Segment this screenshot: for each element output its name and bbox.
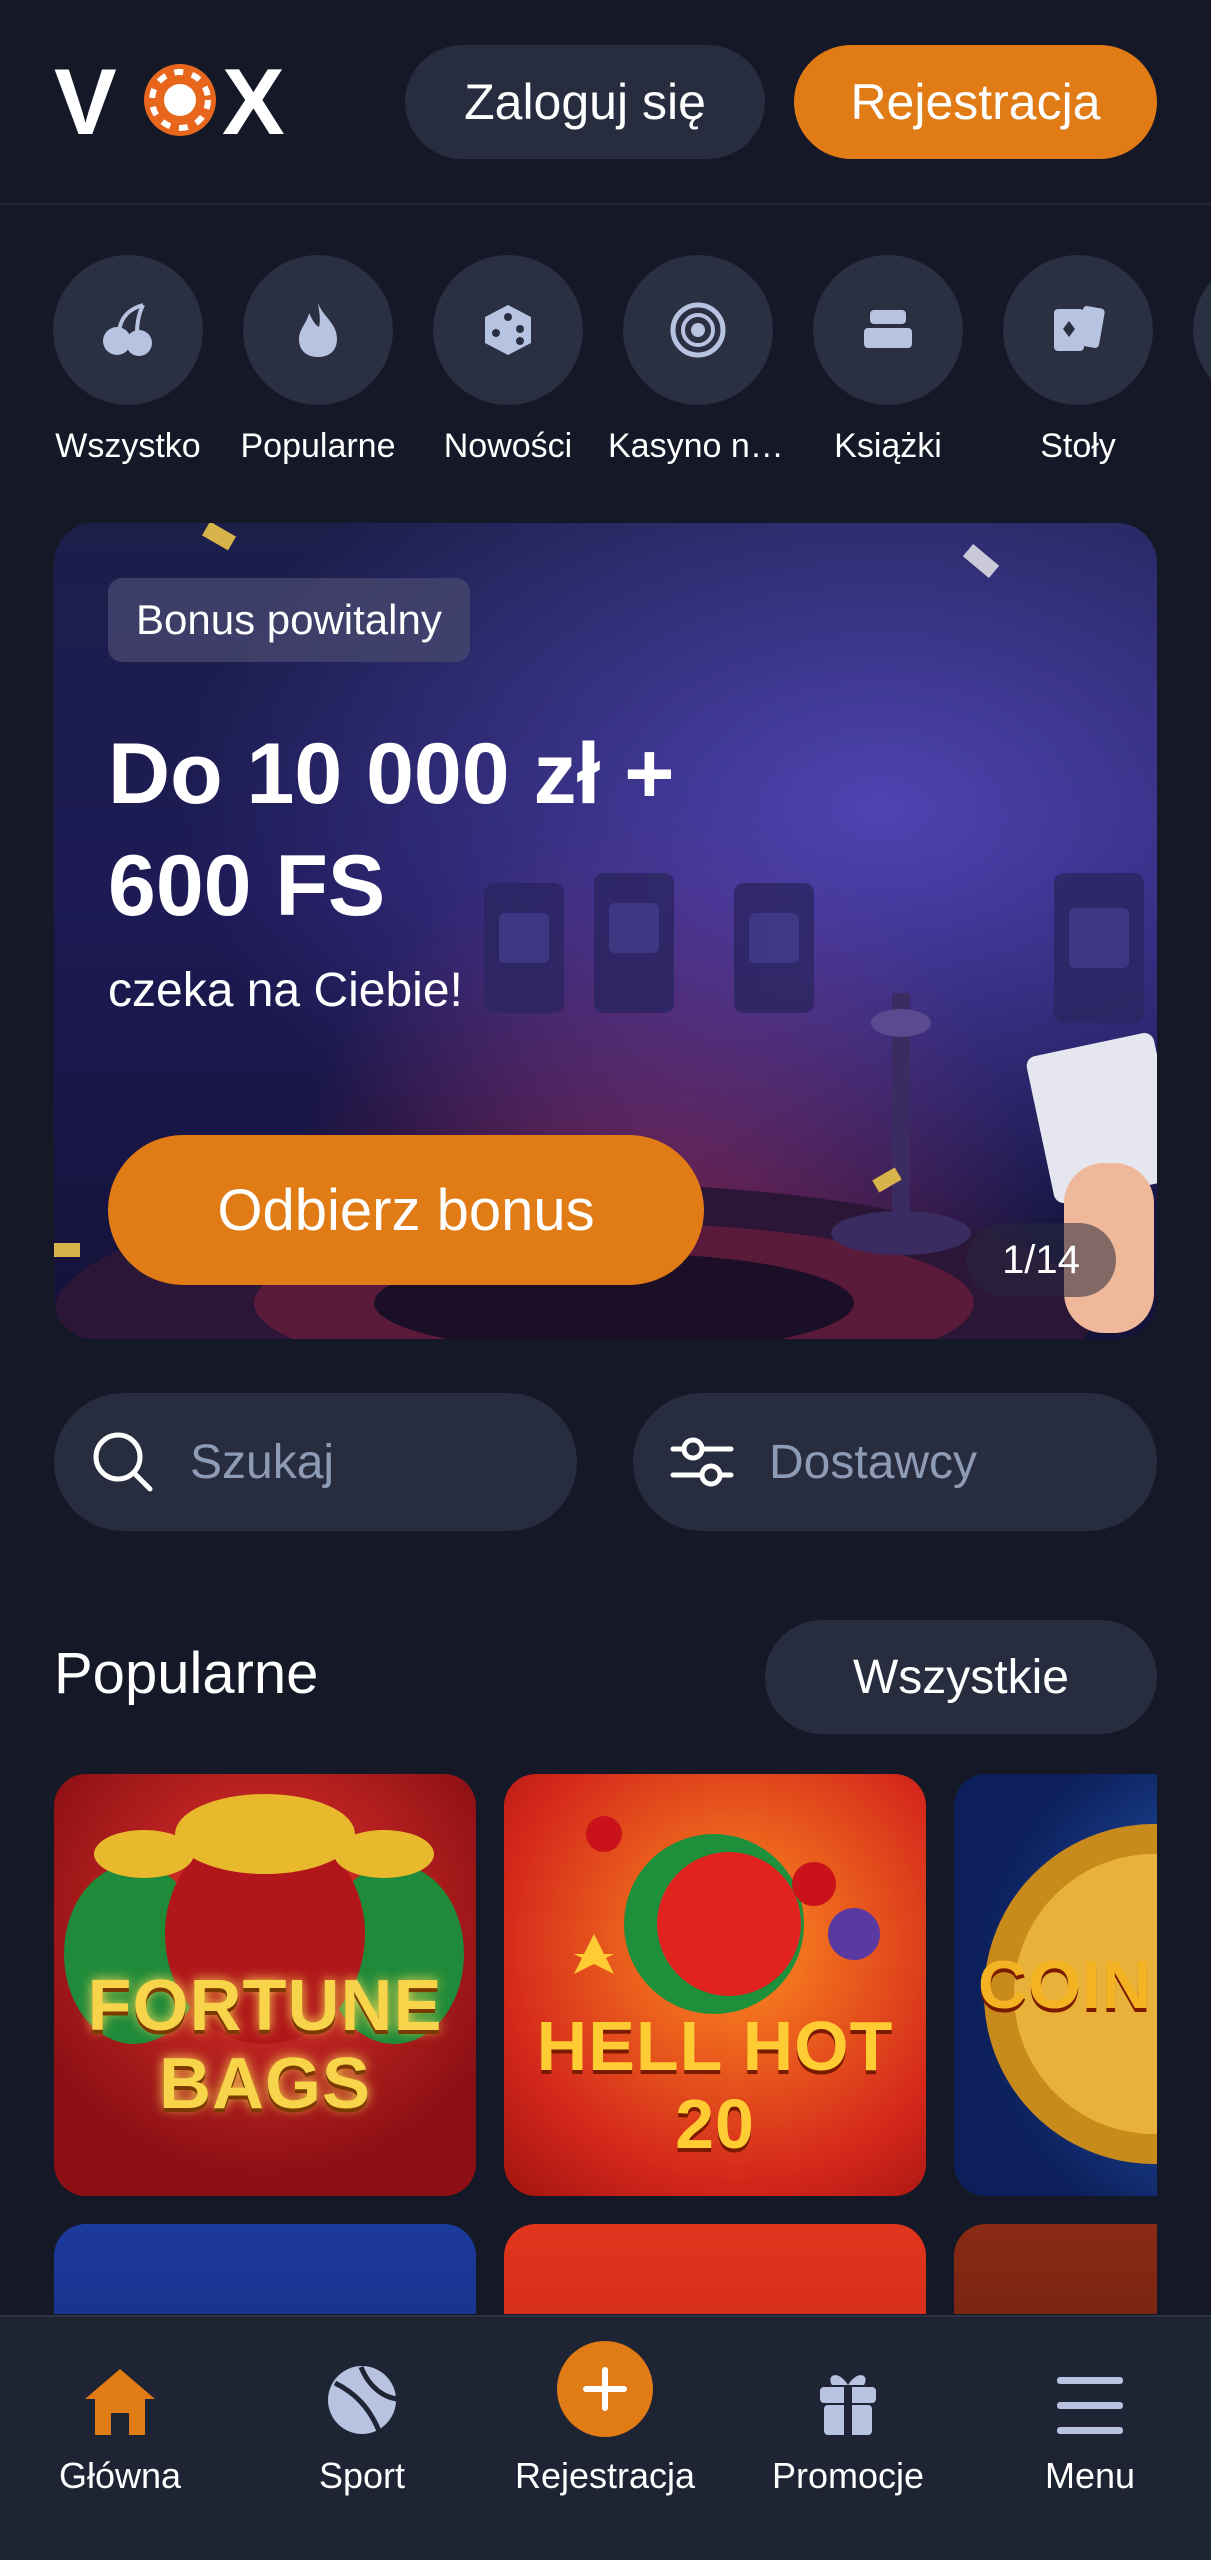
game-tile[interactable] xyxy=(54,2224,476,2314)
register-button[interactable]: Rejestracja xyxy=(794,45,1157,159)
svg-text:X: X xyxy=(222,52,285,148)
promo-badge: Bonus powitalny xyxy=(108,578,470,662)
game-title: COIN WIN xyxy=(978,1947,1157,2023)
game-tile[interactable] xyxy=(954,2224,1157,2314)
filter-sliders-icon xyxy=(670,1437,734,1487)
section-title: Popularne xyxy=(54,1641,319,1706)
promo-banner[interactable]: Bonus powitalny Do 10 000 zł + 600 FS cz… xyxy=(54,523,1157,1339)
bottom-navigation: Główna Sport Rejestracja Promocje Menu xyxy=(0,2315,1211,2560)
nav-sport[interactable]: Sport xyxy=(262,2317,462,2497)
game-title: FORTUNE BAGS xyxy=(87,1966,443,2124)
claim-bonus-button[interactable]: Odbierz bonus xyxy=(108,1135,704,1285)
category-new[interactable]: Nowości xyxy=(418,255,598,466)
roulette-icon xyxy=(670,302,726,358)
category-all[interactable]: Wszystko xyxy=(38,255,218,466)
cherry-icon xyxy=(103,303,152,356)
games-grid: FORTUNE BAGS HELL HOT 20 COIN WIN xyxy=(0,1774,1157,2314)
nav-label: Główna xyxy=(58,2455,182,2496)
game-tile[interactable]: HELL HOT 20 xyxy=(504,1774,926,2196)
cards-icon xyxy=(1054,306,1105,351)
login-button[interactable]: Zaloguj się xyxy=(405,45,765,159)
category-label: Kasyno na... xyxy=(608,427,788,465)
promo-headline: Do 10 000 zł + 600 FS xyxy=(108,726,675,934)
promo-subline: czeka na Ciebie! xyxy=(108,964,463,1017)
category-books[interactable]: Książki xyxy=(798,255,978,466)
game-tile[interactable]: FORTUNE BAGS xyxy=(54,1774,476,2196)
category-live-casino[interactable]: Kasyno na... xyxy=(608,255,788,466)
category-tables[interactable]: Stoły xyxy=(988,255,1168,466)
nav-label: Rejestracja xyxy=(514,2455,696,2496)
search-input[interactable]: Szukaj xyxy=(54,1393,577,1531)
nav-label: Promocje xyxy=(771,2455,925,2496)
gift-icon xyxy=(820,2375,876,2435)
category-label: Książki xyxy=(834,427,942,465)
vox-logo[interactable]: V X xyxy=(54,52,300,148)
game-tile[interactable]: COIN WIN xyxy=(954,1774,1157,2196)
hamburger-icon xyxy=(1057,2377,1123,2434)
plus-icon xyxy=(557,2341,653,2437)
providers-label: Dostawcy xyxy=(769,1435,978,1489)
search-icon xyxy=(93,1432,153,1492)
nav-home[interactable]: Główna xyxy=(20,2317,220,2497)
nav-label: Menu xyxy=(1044,2455,1136,2496)
game-title: HELL HOT 20 xyxy=(536,2007,894,2163)
game-title xyxy=(954,2224,1157,2314)
category-label: A xyxy=(1178,427,1211,466)
flame-icon xyxy=(299,303,337,357)
category-label: Stoły xyxy=(1040,427,1116,465)
nav-label: Sport xyxy=(318,2455,406,2496)
svg-text:V: V xyxy=(54,52,117,148)
category-more[interactable]: A xyxy=(1178,255,1211,466)
nav-promotions[interactable]: Promocje xyxy=(748,2317,948,2497)
stack-icon xyxy=(864,310,912,348)
game-title xyxy=(54,2224,476,2314)
nav-register[interactable]: Rejestracja xyxy=(505,2317,705,2497)
home-icon xyxy=(85,2369,155,2435)
ball-icon xyxy=(328,2366,398,2434)
category-label: Nowości xyxy=(443,427,573,465)
nav-menu[interactable]: Menu xyxy=(990,2317,1190,2497)
see-all-button[interactable]: Wszystkie xyxy=(765,1620,1157,1734)
category-label: Wszystko xyxy=(55,427,201,465)
providers-filter-button[interactable]: Dostawcy xyxy=(633,1393,1157,1531)
dice-icon xyxy=(485,305,531,355)
category-scroller[interactable]: Wszystko Popularne Nowości Kasyno na... … xyxy=(0,255,1211,485)
search-placeholder: Szukaj xyxy=(190,1435,335,1489)
game-tile[interactable] xyxy=(504,2224,926,2314)
top-header: V X Zaloguj się Rejestracja xyxy=(0,0,1211,205)
slide-counter: 1/14 xyxy=(966,1223,1116,1297)
game-title xyxy=(504,2224,926,2314)
category-popular[interactable]: Popularne xyxy=(228,255,408,466)
category-label: Popularne xyxy=(240,427,396,465)
